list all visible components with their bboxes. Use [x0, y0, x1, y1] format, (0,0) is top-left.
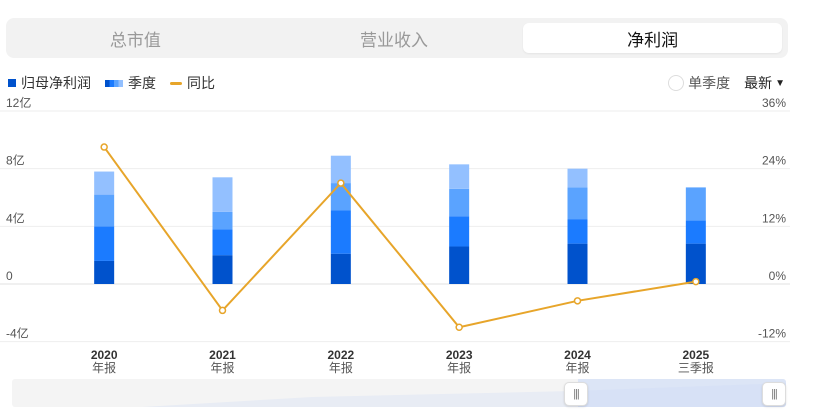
- right-tick-label: 24%: [762, 154, 786, 168]
- bar-segment: [212, 211, 233, 230]
- x-tick-period: 年报: [210, 360, 234, 375]
- left-tick-label: 8亿: [6, 153, 25, 168]
- yoy-point: [455, 323, 463, 331]
- yoy-point: [573, 297, 582, 305]
- x-tick-year: 2023: [446, 348, 473, 362]
- bar-segment: [330, 183, 351, 211]
- yoy-point: [100, 143, 108, 151]
- bar-segment: [685, 220, 706, 244]
- right-tick-label: 12%: [762, 211, 786, 225]
- left-axis: 12亿 8亿 4亿 0 -4亿: [6, 95, 31, 341]
- bar-segment: [449, 188, 470, 217]
- bar-segment: [94, 226, 115, 261]
- bar-segment: [212, 255, 233, 284]
- x-tick-period: 三季报: [678, 360, 714, 375]
- range-preview: [142, 379, 786, 407]
- x-tick-period: 年报: [329, 360, 353, 375]
- right-tick-label: 0%: [769, 269, 787, 283]
- x-tick-period: 年报: [92, 360, 116, 375]
- bar-segment: [212, 229, 233, 256]
- bar-segment: [567, 168, 588, 188]
- x-tick-period: 年报: [447, 360, 471, 375]
- bar-segment: [449, 246, 470, 284]
- x-tick-year: 2020: [91, 348, 118, 362]
- bar-segment: [212, 177, 233, 212]
- bar-segment: [567, 243, 588, 284]
- yoy-point: [692, 277, 700, 286]
- bar-segment: [449, 216, 470, 247]
- bar-segment: [94, 260, 115, 284]
- yoy-point: [337, 179, 345, 187]
- left-tick-label: 12亿: [6, 95, 31, 110]
- bar-segment: [567, 219, 588, 244]
- range-handle-left[interactable]: |||: [564, 382, 588, 406]
- net-profit-chart: 12亿8亿4亿0-4亿 36%24%12%0%-12% 2020年报2021年报…: [0, 95, 790, 375]
- yoy-point: [218, 306, 227, 315]
- bar-segment: [449, 164, 470, 189]
- x-tick-year: 2022: [327, 348, 354, 362]
- x-tick-year: 2021: [209, 348, 236, 362]
- x-tick-period: 年报: [565, 360, 589, 375]
- bar-segment: [330, 210, 351, 254]
- left-tick-label: 0: [6, 269, 13, 283]
- x-tick-year: 2024: [564, 348, 591, 362]
- grid-lines: [0, 110, 790, 343]
- left-tick-label: 4亿: [6, 210, 25, 225]
- range-slider[interactable]: [12, 379, 786, 407]
- bar-segment: [685, 187, 706, 221]
- x-axis: 2020年报2021年报2022年报2023年报2024年报2025三季报: [91, 348, 714, 375]
- bar-segment: [94, 194, 115, 227]
- bar-segment: [94, 171, 115, 195]
- yoy-line-path: [103, 146, 696, 329]
- range-handle-right[interactable]: |||: [762, 382, 786, 406]
- yoy-series: [100, 143, 700, 331]
- right-axis: 36% 24% 12% 0% -12%: [758, 96, 786, 341]
- bar-segment: [330, 155, 351, 184]
- right-tick-label: -12%: [758, 327, 786, 341]
- bar-series: [94, 155, 706, 284]
- right-tick-label: 36%: [762, 96, 786, 110]
- left-tick-label: -4亿: [6, 326, 29, 341]
- bar-segment: [330, 253, 351, 284]
- bar-segment: [567, 187, 588, 220]
- x-tick-year: 2025: [682, 348, 709, 362]
